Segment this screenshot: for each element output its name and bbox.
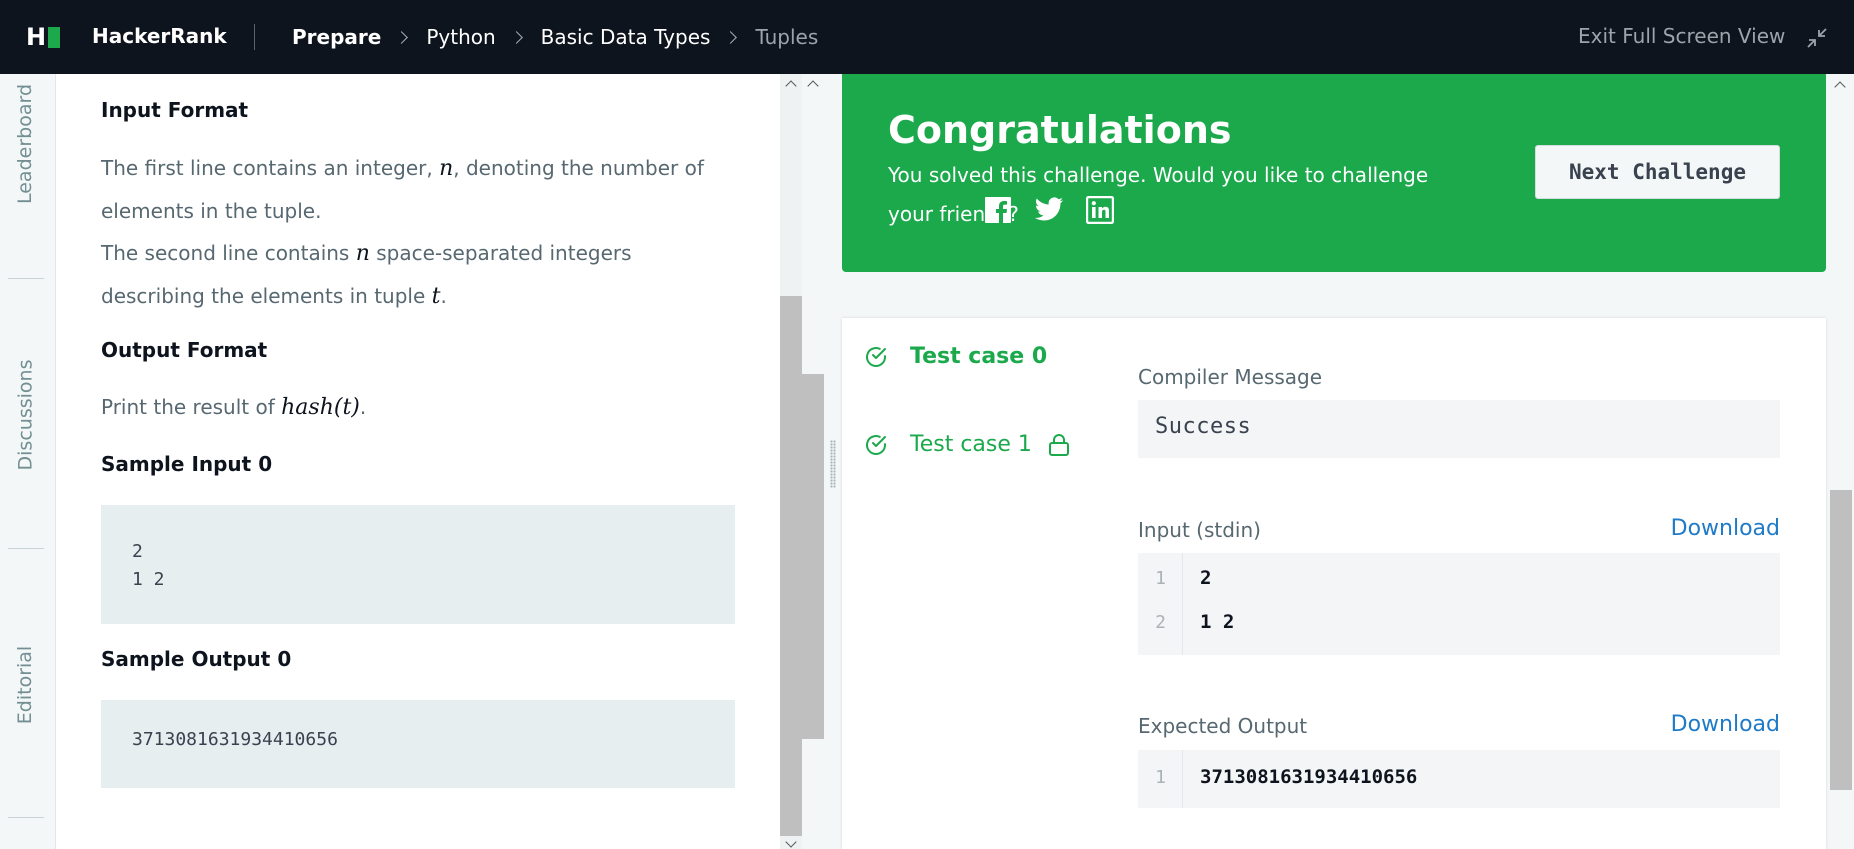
text-span: Print the result of <box>101 395 282 419</box>
linkedin-icon[interactable] <box>1086 196 1114 224</box>
twitter-icon[interactable] <box>1034 196 1064 224</box>
scrollbar-thumb[interactable] <box>1830 490 1852 790</box>
banner-message: You solved this challenge. Would you lik… <box>888 163 1429 226</box>
code-line: 2 1 2 <box>1138 601 1780 645</box>
download-input-link[interactable]: Download <box>1671 516 1780 541</box>
breadcrumb: Prepare Python Basic Data Types Tuples <box>292 24 818 50</box>
sample-input-heading: Sample Input 0 <box>101 452 273 476</box>
math-var: n <box>355 241 370 266</box>
tab-divider <box>8 278 44 279</box>
line-value: 3713081631934410656 <box>1200 766 1418 788</box>
test-case-1-tab[interactable]: Test case 1 <box>864 432 1070 457</box>
output-format-text: Print the result of hash(t). <box>101 386 741 429</box>
scroll-up-icon[interactable] <box>1834 81 1846 93</box>
math-var: n <box>439 156 454 181</box>
sample-output-heading: Sample Output 0 <box>101 647 292 671</box>
code-line: 1 2 <box>1138 557 1780 601</box>
text-span: The second line contains <box>101 241 356 265</box>
next-challenge-button[interactable]: Next Challenge <box>1535 145 1780 199</box>
check-circle-icon <box>866 346 886 367</box>
input-code-block: 1 2 2 1 2 <box>1138 553 1780 655</box>
download-expected-link[interactable]: Download <box>1671 712 1780 737</box>
side-tabs: Leaderboard Discussions Editorial <box>0 74 56 849</box>
breadcrumb-prepare[interactable]: Prepare <box>292 25 381 49</box>
tab-leaderboard-label: Leaderboard <box>14 83 37 205</box>
text-span: . <box>359 395 367 419</box>
code-line: 1 3713081631934410656 <box>1138 756 1780 800</box>
compiler-message-label: Compiler Message <box>1138 365 1323 389</box>
sample-output-box: 3713081631934410656 <box>101 700 735 788</box>
input-format-text: The first line contains an integer, n, d… <box>101 147 741 318</box>
text-span: The first line contains an integer, <box>101 156 440 180</box>
input-format-heading: Input Format <box>101 98 249 122</box>
input-stdin-label: Input (stdin) <box>1138 518 1261 542</box>
breadcrumb-basic-data-types[interactable]: Basic Data Types <box>541 25 711 49</box>
expected-output-label: Expected Output <box>1138 714 1308 738</box>
output-format-heading: Output Format <box>101 338 268 362</box>
test-results-panel: Test case 0 Test case 1 Compiler Message… <box>842 318 1826 849</box>
check-circle-icon <box>866 434 886 455</box>
tab-divider <box>8 817 44 818</box>
breadcrumb-python[interactable]: Python <box>426 25 495 49</box>
code-line: 3713081631934410656 <box>132 729 338 750</box>
sample-input-box: 2 1 2 <box>101 505 735 624</box>
problem-statement: Input Format The first line contains an … <box>56 74 780 849</box>
collapse-icon[interactable] <box>1806 27 1828 49</box>
success-banner: Congratulations You solved this challeng… <box>842 74 1826 272</box>
line-number: 1 <box>1155 767 1166 788</box>
chevron-right-icon <box>393 24 413 50</box>
line-value: 1 2 <box>1200 611 1235 633</box>
results-scrollbar[interactable] <box>1828 74 1854 849</box>
expected-code-block: 1 3713081631934410656 <box>1138 750 1780 808</box>
tab-divider <box>8 548 44 549</box>
scrollbar-thumb[interactable] <box>802 374 824 739</box>
code-line: 1 2 <box>132 569 165 590</box>
tab-editorial-label: Editorial <box>14 645 36 725</box>
compiler-message-box: Success <box>1138 400 1780 458</box>
tab-discussions[interactable]: Discussions <box>0 350 50 480</box>
math-expr: hash(t) <box>281 395 360 420</box>
resize-handle-icon[interactable] <box>830 440 836 488</box>
exit-fullscreen-link[interactable]: Exit Full Screen View <box>1578 24 1785 48</box>
scrollbar-thumb[interactable] <box>780 296 802 836</box>
tab-editorial[interactable]: Editorial <box>0 630 50 740</box>
test-case-label: Test case 0 <box>910 344 1048 369</box>
chevron-right-icon <box>722 24 742 50</box>
brand-name[interactable]: HackerRank <box>92 24 227 48</box>
test-case-0-tab[interactable]: Test case 0 <box>864 344 1047 369</box>
tab-discussions-label: Discussions <box>14 359 37 471</box>
scroll-up-icon[interactable] <box>807 80 819 92</box>
facebook-icon[interactable] <box>984 196 1012 224</box>
breadcrumb-current: Tuples <box>755 25 819 49</box>
tab-leaderboard[interactable]: Leaderboard <box>0 84 50 204</box>
line-number: 2 <box>1155 612 1166 633</box>
problem-scrollbar[interactable] <box>780 74 824 849</box>
top-nav-bar: H HackerRank Prepare Python Basic Data T… <box>0 0 1854 74</box>
text-span: . <box>440 284 447 308</box>
header-divider <box>254 24 255 50</box>
banner-title: Congratulations <box>888 108 1232 152</box>
line-value: 2 <box>1200 567 1212 589</box>
test-case-label: Test case 1 <box>910 432 1032 457</box>
code-line: 2 <box>132 541 143 562</box>
chevron-right-icon <box>508 24 528 50</box>
line-number: 1 <box>1155 568 1166 589</box>
hackerrank-logo-icon[interactable]: H <box>26 25 62 49</box>
lock-icon <box>1048 433 1069 456</box>
